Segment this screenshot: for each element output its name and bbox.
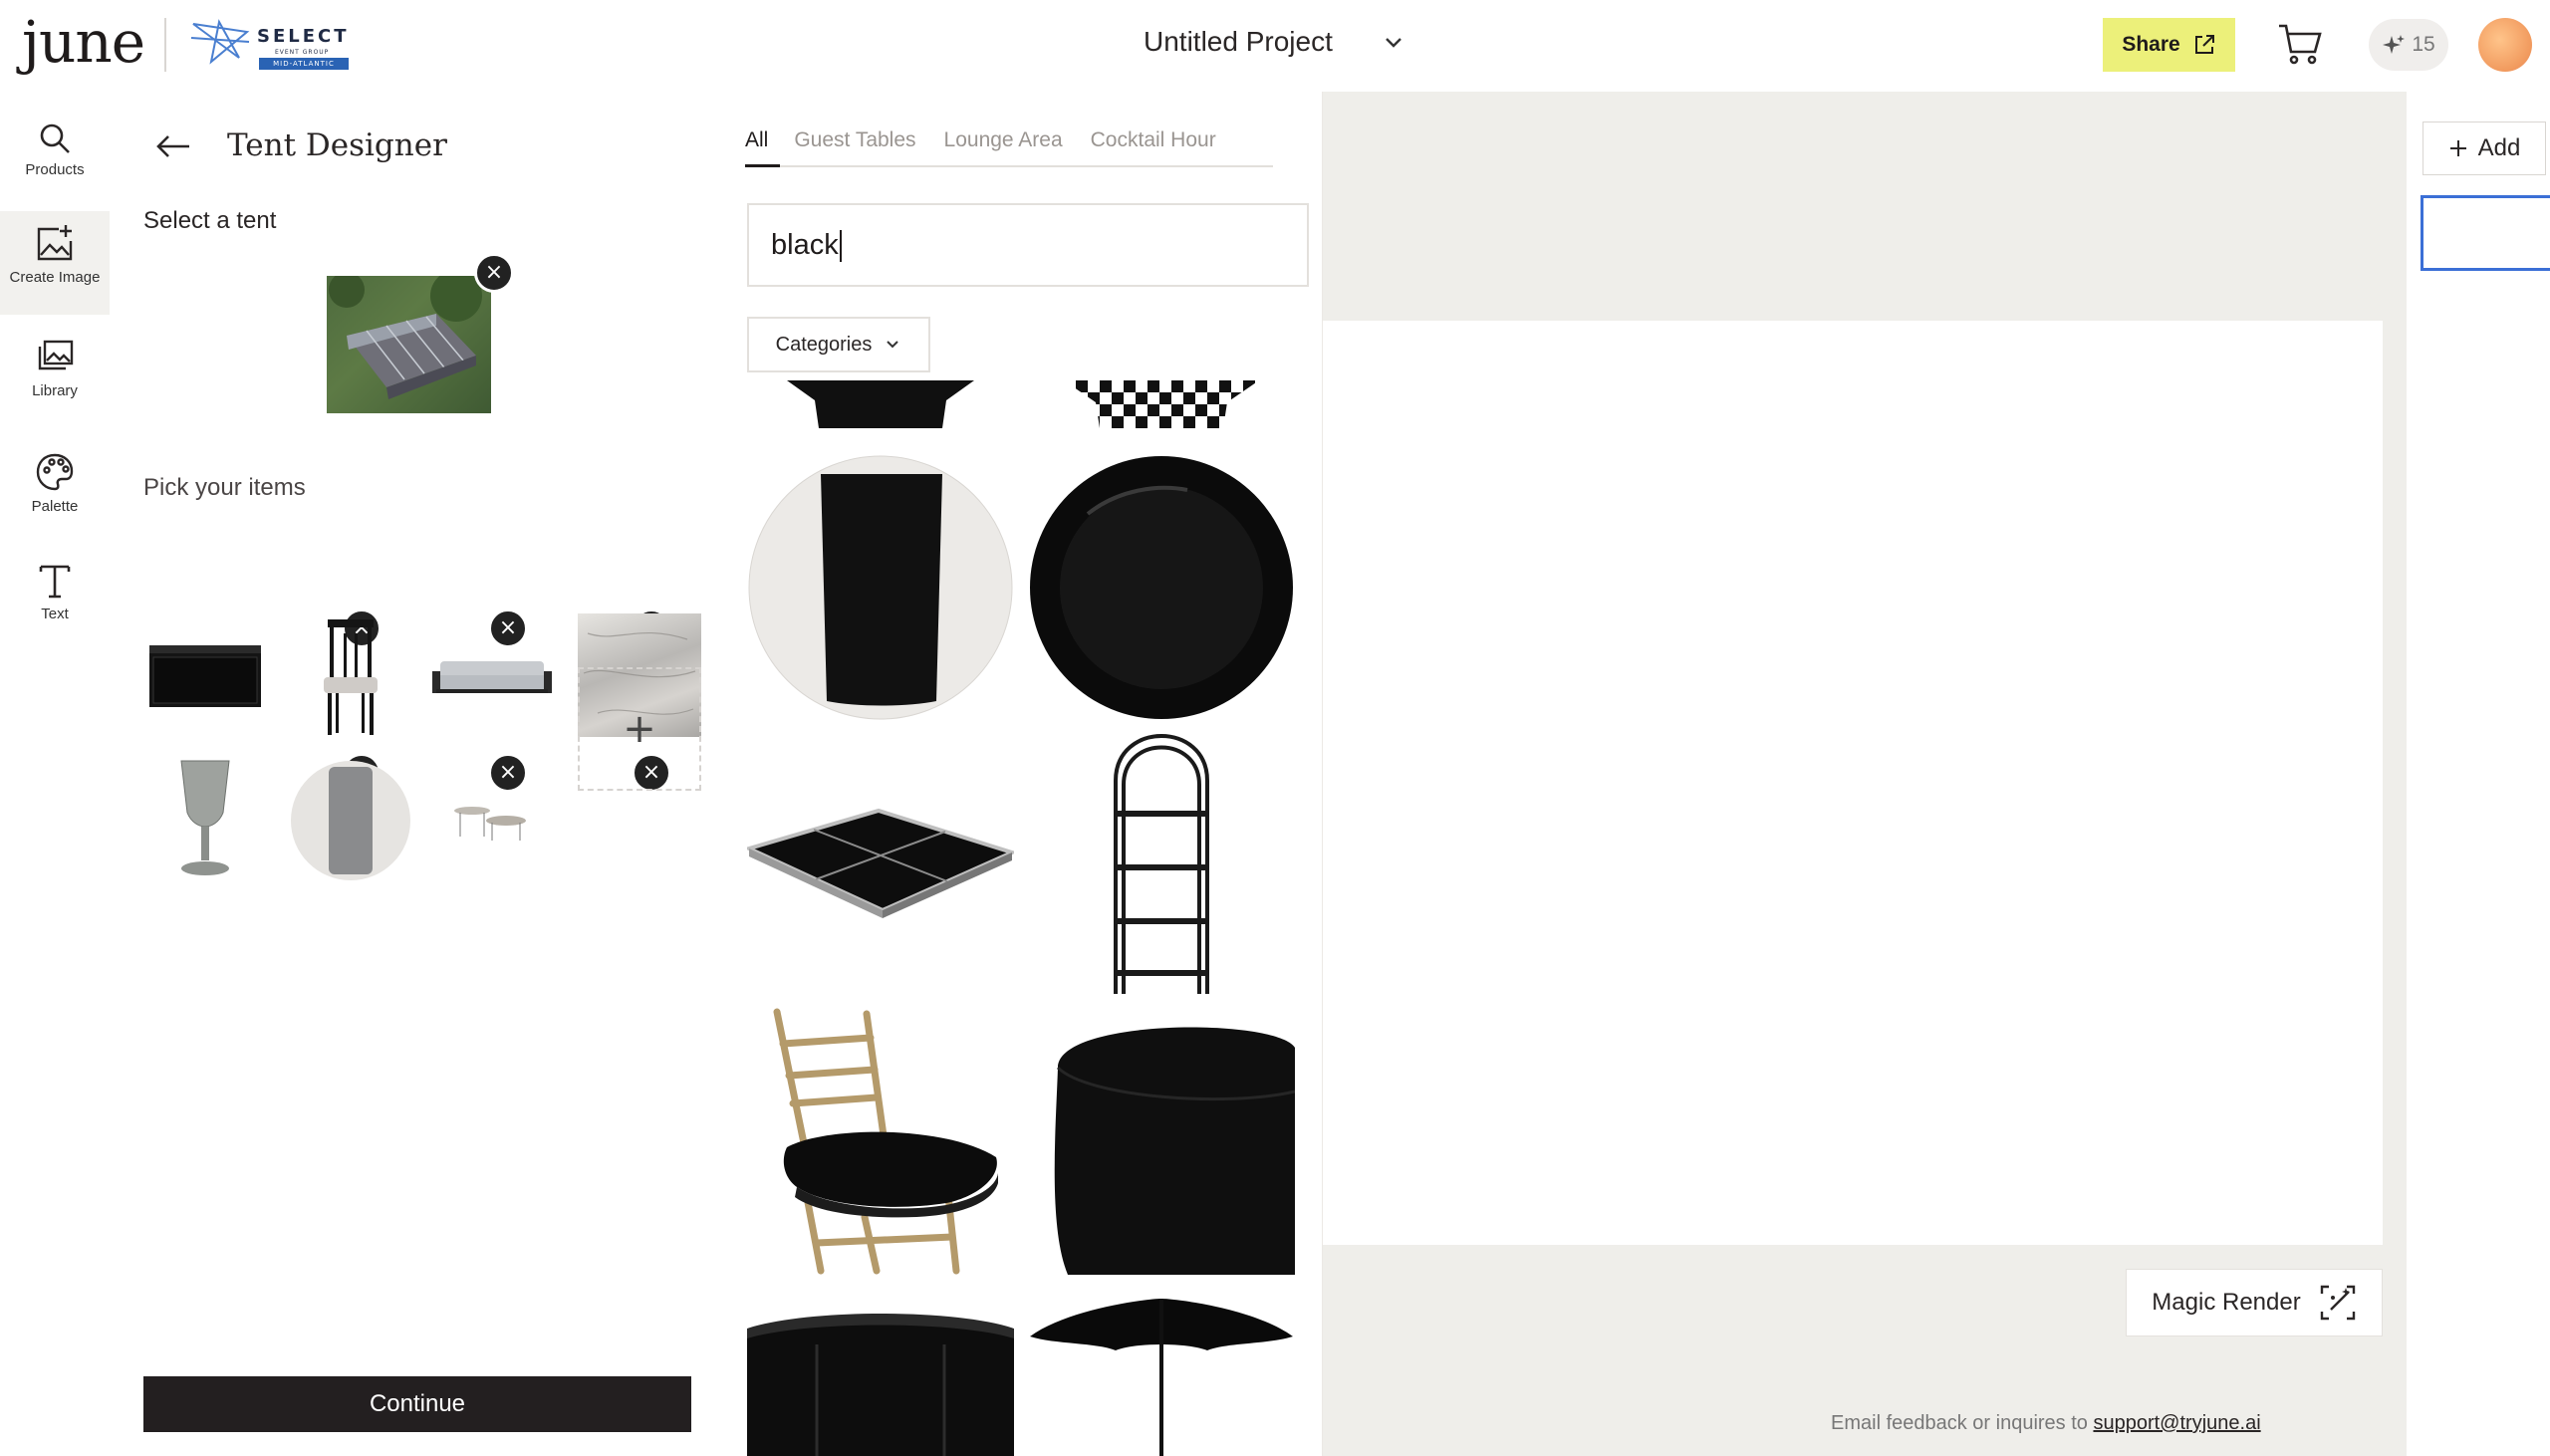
rail-label-create-image: Create Image [9,269,101,286]
magic-render-button[interactable]: Magic Render [2126,1269,2383,1336]
chevron-down-icon[interactable] [1381,30,1406,56]
pages-panel: Add [2407,92,2550,1456]
remove-tent-button[interactable]: × [474,253,514,293]
result-chiavari-chair[interactable] [747,1008,1014,1275]
categories-label: Categories [775,333,873,356]
pick-items-label: Pick your items [143,474,306,501]
rail-item-library[interactable]: Library [0,339,110,428]
add-page-button[interactable]: Add [2422,121,2546,175]
page-thumbnail[interactable] [2421,195,2550,271]
panel-title: Tent Designer [227,127,447,163]
credits-badge[interactable]: 15 [2369,19,2448,71]
search-query: black [771,229,839,261]
app-header: june SELECT EVENT GROUP MID-ATLANTIC Unt… [0,0,2550,92]
rail-label-products: Products [25,161,85,178]
feedback-text: Email feedback or inquires to [1831,1412,2094,1434]
brand-star-icon [190,19,250,65]
item-napkin-plate[interactable] [289,759,412,882]
tab-lounge-area[interactable]: Lounge Area [930,125,1077,167]
share-label: Share [2122,33,2180,56]
cart-icon[interactable] [2277,22,2323,66]
chevron-down-icon [887,341,899,349]
user-avatar[interactable] [2478,18,2532,72]
project-title[interactable]: Untitled Project [1144,26,1333,58]
magic-wand-icon [2320,1285,2355,1321]
logo-divider [164,18,166,72]
categories-dropdown[interactable]: Categories [747,317,930,372]
rail-item-palette[interactable]: Palette [0,452,110,548]
palette-icon [36,453,74,491]
plus-icon [2449,140,2466,156]
result-black-charger-plate[interactable] [1028,454,1295,721]
tent-designer-panel: Tent Designer Select a tent × Pick your … [110,92,817,1456]
item-side-tables[interactable] [430,759,554,882]
selected-tent-image[interactable] [327,276,491,413]
credits-count: 15 [2412,33,2435,56]
result-black-round-tablecloth[interactable] [1028,1008,1295,1275]
rail-label-palette: Palette [31,498,79,515]
design-canvas[interactable] [1323,321,2383,1245]
search-icon [40,123,70,153]
result-black-dance-floor[interactable] [747,731,1014,998]
result-napkin[interactable] [747,380,1014,430]
add-page-label: Add [2477,134,2521,161]
back-arrow-icon[interactable] [153,131,193,161]
result-buffalo-check[interactable] [1028,380,1295,430]
item-goblet[interactable] [143,759,267,882]
result-black-umbrella[interactable] [1028,1285,1295,1456]
library-icon [38,340,74,370]
continue-button[interactable]: Continue [143,1376,691,1432]
item-black-chair[interactable] [289,613,412,737]
item-black-bar[interactable] [143,613,267,737]
rail-item-products[interactable]: Products [0,121,110,211]
left-rail: Products Create Image Library Palette Te… [0,92,110,1456]
result-black-etagere-shelf[interactable] [1028,731,1295,998]
brand-line3: MID-ATLANTIC [259,58,349,70]
select-tent-label: Select a tent [143,207,277,234]
result-black-napkin-plate[interactable] [747,454,1014,721]
result-black-bar[interactable] [747,1285,1014,1456]
image-plus-icon [37,225,73,261]
sparkle-icon [2383,35,2406,54]
external-link-icon [2194,35,2214,54]
feedback-note: Email feedback or inquires to support@tr… [1831,1412,2261,1435]
item-sofa[interactable] [430,613,554,737]
category-tabs: All Guest Tables Lounge Area Cocktail Ho… [745,125,1273,167]
canvas-area: Magic Render Email feedback or inquires … [1323,92,2407,1456]
rail-item-text[interactable]: Text [0,562,110,657]
search-input[interactable]: black [747,203,1309,287]
june-logo[interactable]: june [22,8,145,76]
share-button[interactable]: Share [2103,18,2235,72]
tab-guest-tables[interactable]: Guest Tables [780,125,929,167]
tab-all[interactable]: All [745,125,781,167]
product-search-panel: All Guest Tables Lounge Area Cocktail Ho… [717,92,1323,1456]
brand-line1: SELECT [257,26,350,47]
text-caret [839,230,842,263]
rail-label-text: Text [41,606,69,622]
rail-label-library: Library [32,382,78,399]
select-event-group-logo: SELECT EVENT GROUP MID-ATLANTIC [189,18,349,74]
brand-line2: EVENT GROUP [275,49,330,56]
rail-item-create-image[interactable]: Create Image [0,211,110,315]
add-item-button[interactable]: + [578,667,701,791]
tab-cocktail-hour[interactable]: Cocktail Hour [1077,125,1230,167]
magic-render-label: Magic Render [2152,1289,2301,1316]
text-icon [39,565,71,599]
support-email-link[interactable]: support@tryjune.ai [2093,1412,2260,1434]
